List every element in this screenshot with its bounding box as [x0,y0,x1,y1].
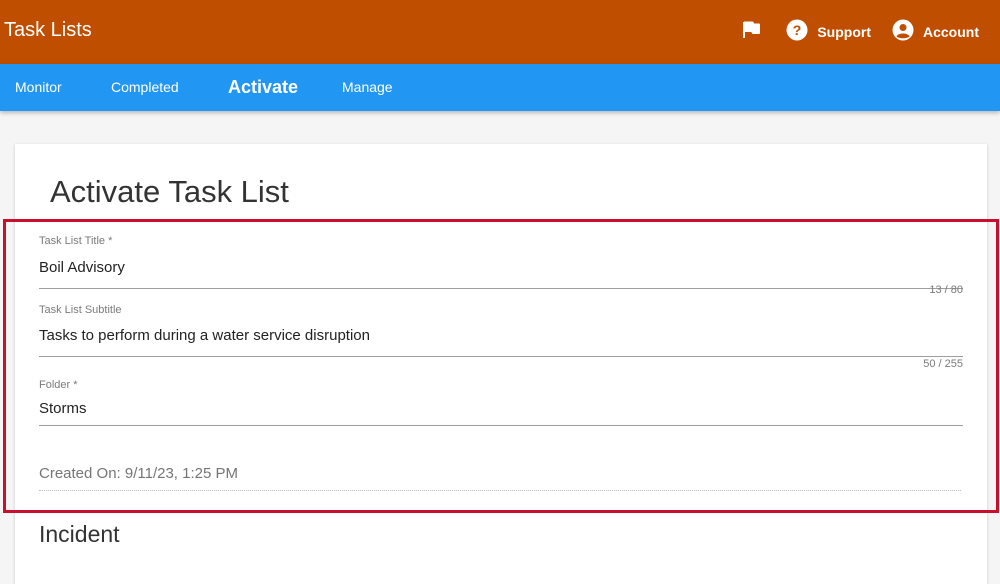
folder-field: Folder * [39,379,963,426]
tab-activate[interactable]: Activate [228,64,298,111]
tab-monitor[interactable]: Monitor [15,64,62,111]
account-circle-icon [892,19,914,46]
title-char-counter: 13 / 80 [929,284,963,296]
tab-manage[interactable]: Manage [342,64,393,111]
tab-completed[interactable]: Completed [111,64,179,111]
page-title: Activate Task List [50,174,289,209]
flag-button[interactable] [743,21,761,44]
task-list-title-field: Task List Title * [39,235,963,289]
task-list-subtitle-field: Task List Subtitle [39,304,963,357]
task-list-subtitle-label: Task List Subtitle [39,304,122,316]
nav-tabs: Monitor Completed Activate Manage [0,64,1000,111]
app-header: Task Lists ? Support Account [0,0,1000,64]
account-label: Account [923,24,979,40]
task-list-subtitle-input[interactable] [39,322,963,357]
folder-label: Folder * [39,379,78,391]
section-title-incident: Incident [39,521,120,547]
support-label: Support [817,24,871,40]
subtitle-char-counter: 50 / 255 [923,358,963,370]
svg-text:?: ? [793,22,802,38]
task-list-title-label: Task List Title * [39,235,113,247]
header-actions: ? Support Account [743,0,1000,64]
account-button[interactable]: Account [892,19,979,46]
created-on-text: Created On: 9/11/23, 1:25 PM [39,465,961,491]
folder-select[interactable] [39,396,963,426]
app-title: Task Lists [4,19,92,41]
task-list-title-input[interactable] [39,253,963,289]
help-circle-icon: ? [786,19,808,46]
flag-icon [743,21,761,44]
support-button[interactable]: ? Support [786,19,871,46]
